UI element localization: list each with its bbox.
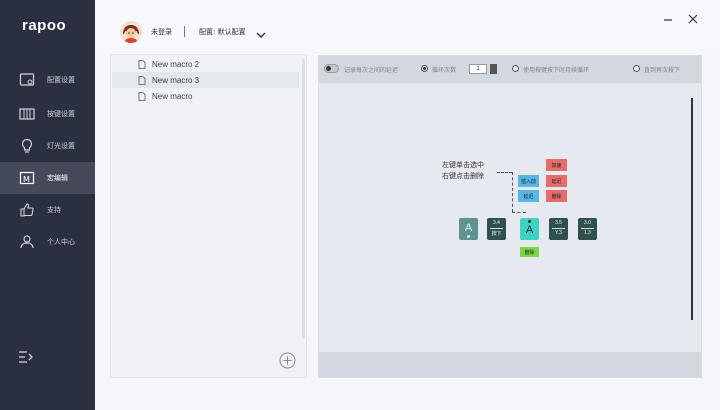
macro-key-press[interactable]: A bbox=[459, 218, 478, 240]
hint-connector bbox=[512, 172, 513, 212]
macro-delay-block[interactable]: 3.0 1.3 bbox=[578, 218, 597, 240]
hint-connector bbox=[512, 212, 526, 213]
editor-bottom-bar bbox=[319, 352, 701, 377]
hint-line-1: 左键单击选中 bbox=[442, 161, 484, 169]
sidebar-item-key-settings[interactable]: 按键设置 bbox=[0, 98, 95, 130]
record-delay-label: 记录每次之间的延迟 bbox=[344, 67, 399, 74]
svg-text:M: M bbox=[23, 175, 30, 184]
delete-red-chip[interactable]: 删除 bbox=[546, 190, 567, 202]
config-selector-label[interactable]: 配置: 默认配置 bbox=[199, 27, 246, 37]
macro-delay-block[interactable]: 3.4 按下 bbox=[487, 218, 506, 240]
delay-blue-chip[interactable]: 延迟 bbox=[518, 190, 539, 202]
macro-name: New macro 2 bbox=[152, 59, 200, 69]
record-delay-toggle[interactable] bbox=[324, 64, 339, 73]
macro-list-item[interactable]: New macro 2 bbox=[112, 56, 299, 72]
sidebar-item-label: 宏编辑 bbox=[47, 174, 68, 182]
macro-name: New macro bbox=[152, 91, 193, 101]
key-glyph: A bbox=[525, 224, 534, 236]
macro-list-scrollbar[interactable] bbox=[302, 59, 305, 339]
macro-delay-block[interactable]: 3.5 Y.3 bbox=[549, 218, 568, 240]
delay-label: 按下 bbox=[491, 231, 502, 237]
document-icon bbox=[138, 75, 146, 85]
sidebar-item-label: 个人中心 bbox=[47, 238, 75, 246]
editor-hint: 左键单击选中 右键点击删除 bbox=[442, 160, 484, 182]
plus-circle-icon bbox=[279, 352, 296, 369]
keyboard-icon bbox=[17, 104, 37, 124]
settings-screen-icon bbox=[17, 70, 37, 90]
delay-value: 3.4 bbox=[493, 220, 500, 226]
hint-connector bbox=[497, 172, 512, 173]
user-name[interactable]: 未登录 bbox=[151, 27, 172, 37]
delay-label: Y.3 bbox=[555, 230, 562, 236]
close-icon[interactable] bbox=[687, 12, 699, 24]
sidebar: rapoo 配置设置 按键设置 灯光设置 M 宏编辑 支持 个人中心 bbox=[0, 0, 95, 410]
sidebar-item-label: 支持 bbox=[47, 206, 61, 214]
document-icon bbox=[138, 91, 146, 101]
key-glyph: A bbox=[464, 222, 473, 234]
insert-before-chip[interactable]: 插入前 bbox=[518, 175, 539, 187]
bulb-icon bbox=[17, 136, 37, 156]
avatar[interactable] bbox=[120, 21, 142, 43]
delay-red-chip[interactable]: 延迟 bbox=[546, 175, 567, 187]
sidebar-item-support[interactable]: 支持 bbox=[0, 194, 95, 226]
app-window: rapoo 配置设置 按键设置 灯光设置 M 宏编辑 支持 个人中心 未登录 配… bbox=[0, 0, 720, 410]
top-bar: 未登录 配置: 默认配置 bbox=[95, 0, 720, 55]
sidebar-item-macro-editor[interactable]: M 宏编辑 bbox=[0, 162, 95, 194]
hold-repeat-label: 使用按键按下时持续循环 bbox=[523, 67, 590, 74]
sidebar-item-user-center[interactable]: 个人中心 bbox=[0, 226, 95, 258]
macro-list-item[interactable]: New macro bbox=[112, 88, 299, 104]
sidebar-item-profile-settings[interactable]: 配置设置 bbox=[0, 64, 95, 96]
editor-scrollbar[interactable] bbox=[691, 98, 693, 320]
header-divider bbox=[184, 26, 185, 37]
delay-label: 1.3 bbox=[584, 230, 591, 236]
sidebar-item-label: 按键设置 bbox=[47, 110, 75, 118]
until-pressed-radio[interactable] bbox=[633, 65, 640, 72]
delay-value: 3.5 bbox=[555, 220, 562, 226]
repeat-count-label: 循环次数 bbox=[432, 67, 457, 74]
repeat-count-input[interactable]: 1 bbox=[469, 64, 487, 74]
thumbs-up-icon bbox=[17, 200, 37, 220]
macro-list-panel: New macro 2 New macro 3 New macro bbox=[110, 54, 307, 378]
sidebar-item-label: 配置设置 bbox=[47, 76, 75, 84]
repeat-count-stepper[interactable] bbox=[490, 64, 497, 74]
until-pressed-label: 直到再次按下 bbox=[644, 67, 681, 74]
macro-key-selected[interactable]: A bbox=[520, 218, 539, 240]
sidebar-item-lighting[interactable]: 灯光设置 bbox=[0, 130, 95, 162]
macro-editor-panel: 记录每次之间的延迟 循环次数 1 使用按键按下时持续循环 直到再次按下 左键单击… bbox=[318, 55, 702, 378]
macro-list-item[interactable]: New macro 3 bbox=[112, 72, 299, 88]
delete-green-chip[interactable]: 删除 bbox=[520, 247, 539, 257]
hold-repeat-radio[interactable] bbox=[512, 65, 519, 72]
add-macro-button[interactable] bbox=[279, 352, 296, 369]
macro-name: New macro 3 bbox=[152, 75, 200, 85]
menu-collapse-icon[interactable] bbox=[18, 350, 34, 364]
editor-toolbar: 记录每次之间的延迟 循环次数 1 使用按键按下时持续循环 直到再次按下 bbox=[319, 56, 701, 83]
chevron-down-icon[interactable] bbox=[256, 26, 266, 38]
minimize-icon[interactable] bbox=[662, 12, 674, 24]
macro-icon: M bbox=[17, 168, 37, 188]
repeat-count-radio[interactable] bbox=[421, 65, 428, 72]
speed-up-chip[interactable]: 加速 bbox=[546, 159, 567, 171]
sidebar-item-label: 灯光设置 bbox=[47, 142, 75, 150]
document-icon bbox=[138, 59, 146, 69]
delay-value: 3.0 bbox=[584, 220, 591, 226]
hint-line-2: 右键点击删除 bbox=[442, 172, 484, 180]
brand-logo: rapoo bbox=[22, 17, 67, 34]
user-icon bbox=[17, 232, 37, 252]
